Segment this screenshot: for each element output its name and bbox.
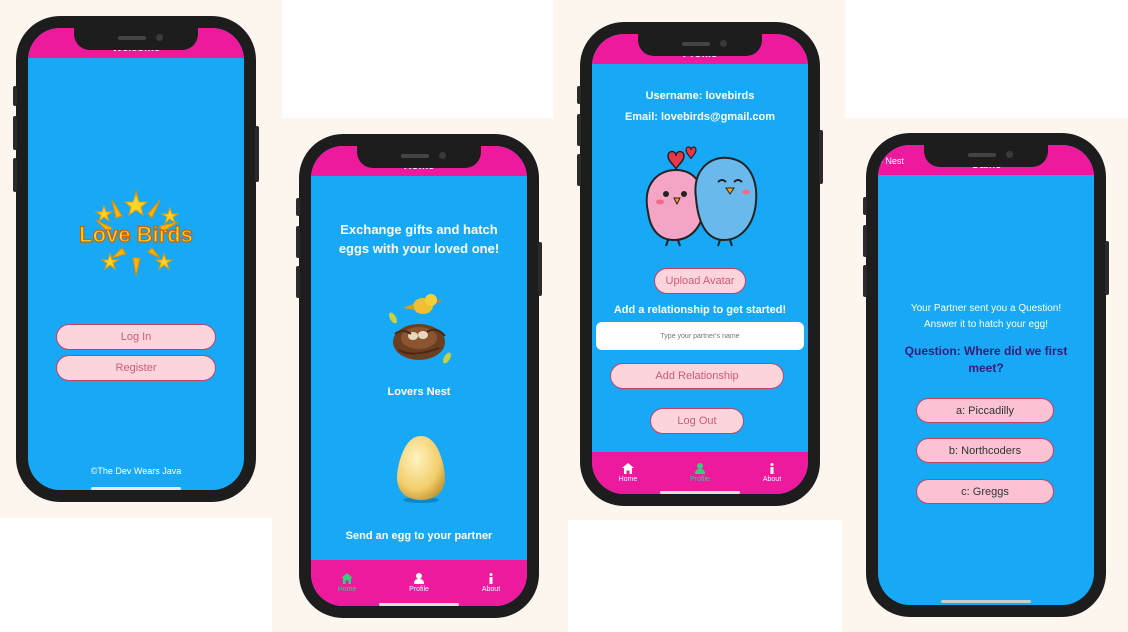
- upload-avatar-button[interactable]: Upload Avatar: [654, 268, 746, 294]
- egg-label: Send an egg to your partner: [345, 530, 493, 542]
- nest-label: Lovers Nest: [387, 386, 451, 398]
- answer-button-c[interactable]: c: Greggs: [916, 479, 1054, 504]
- phone-home: Home Exchange gifts and hatch eggs with …: [296, 134, 542, 618]
- tab-profile[interactable]: Profile: [664, 452, 736, 494]
- bottom-nav: Home Profile About: [592, 452, 808, 494]
- info-icon: [770, 463, 774, 474]
- intro-line-1: Your Partner sent you a Question!: [910, 303, 1062, 314]
- login-button[interactable]: Log In: [56, 324, 216, 350]
- phone-game: ‹ Nest Game Your Partner sent you a Ques…: [863, 133, 1109, 617]
- username-text: Username: lovebirds: [645, 90, 755, 102]
- profile-screen: Profile Username: lovebirds Email: loveb…: [592, 34, 808, 494]
- answer-button-a[interactable]: a: Piccadilly: [916, 398, 1054, 423]
- register-button[interactable]: Register: [56, 355, 216, 381]
- tab-profile[interactable]: Profile: [383, 560, 455, 606]
- phone-welcome: Welcome: [13, 16, 259, 502]
- welcome-screen: Welcome: [28, 28, 244, 490]
- answer-button-b[interactable]: b: Northcoders: [916, 438, 1054, 463]
- add-relationship-button[interactable]: Add Relationship: [610, 363, 784, 389]
- phone-profile: Profile Username: lovebirds Email: loveb…: [577, 22, 823, 506]
- question-text: Question: Where did we first meet?: [904, 344, 1068, 375]
- partner-name-input[interactable]: [596, 322, 804, 350]
- egg-illustration[interactable]: [395, 434, 447, 504]
- user-icon: [414, 573, 424, 584]
- tab-about[interactable]: About: [736, 452, 808, 494]
- home-icon: [622, 463, 634, 474]
- app-logo: Love Birds: [56, 188, 216, 280]
- bottom-nav: Home Profile About: [311, 560, 527, 606]
- logo-text: Love Birds: [79, 222, 193, 247]
- headline: Exchange gifts and hatch eggs with your …: [338, 222, 500, 256]
- email-text: Email: lovebirds@gmail.com: [624, 111, 776, 123]
- logout-button[interactable]: Log Out: [650, 408, 744, 434]
- tab-home[interactable]: Home: [311, 560, 383, 606]
- nest-illustration[interactable]: [383, 288, 455, 368]
- intro-line-2: Answer it to hatch your egg!: [924, 319, 1048, 330]
- game-screen: ‹ Nest Game Your Partner sent you a Ques…: [878, 145, 1094, 605]
- footer-text: ©The Dev Wears Java: [90, 466, 182, 476]
- relationship-prompt: Add a relationship to get started!: [613, 304, 787, 316]
- home-screen: Home Exchange gifts and hatch eggs with …: [311, 146, 527, 606]
- tab-home[interactable]: Home: [592, 452, 664, 494]
- avatar: [634, 142, 766, 250]
- home-icon: [341, 573, 353, 584]
- info-icon: [489, 573, 493, 584]
- user-icon: [695, 463, 705, 474]
- tab-about[interactable]: About: [455, 560, 527, 606]
